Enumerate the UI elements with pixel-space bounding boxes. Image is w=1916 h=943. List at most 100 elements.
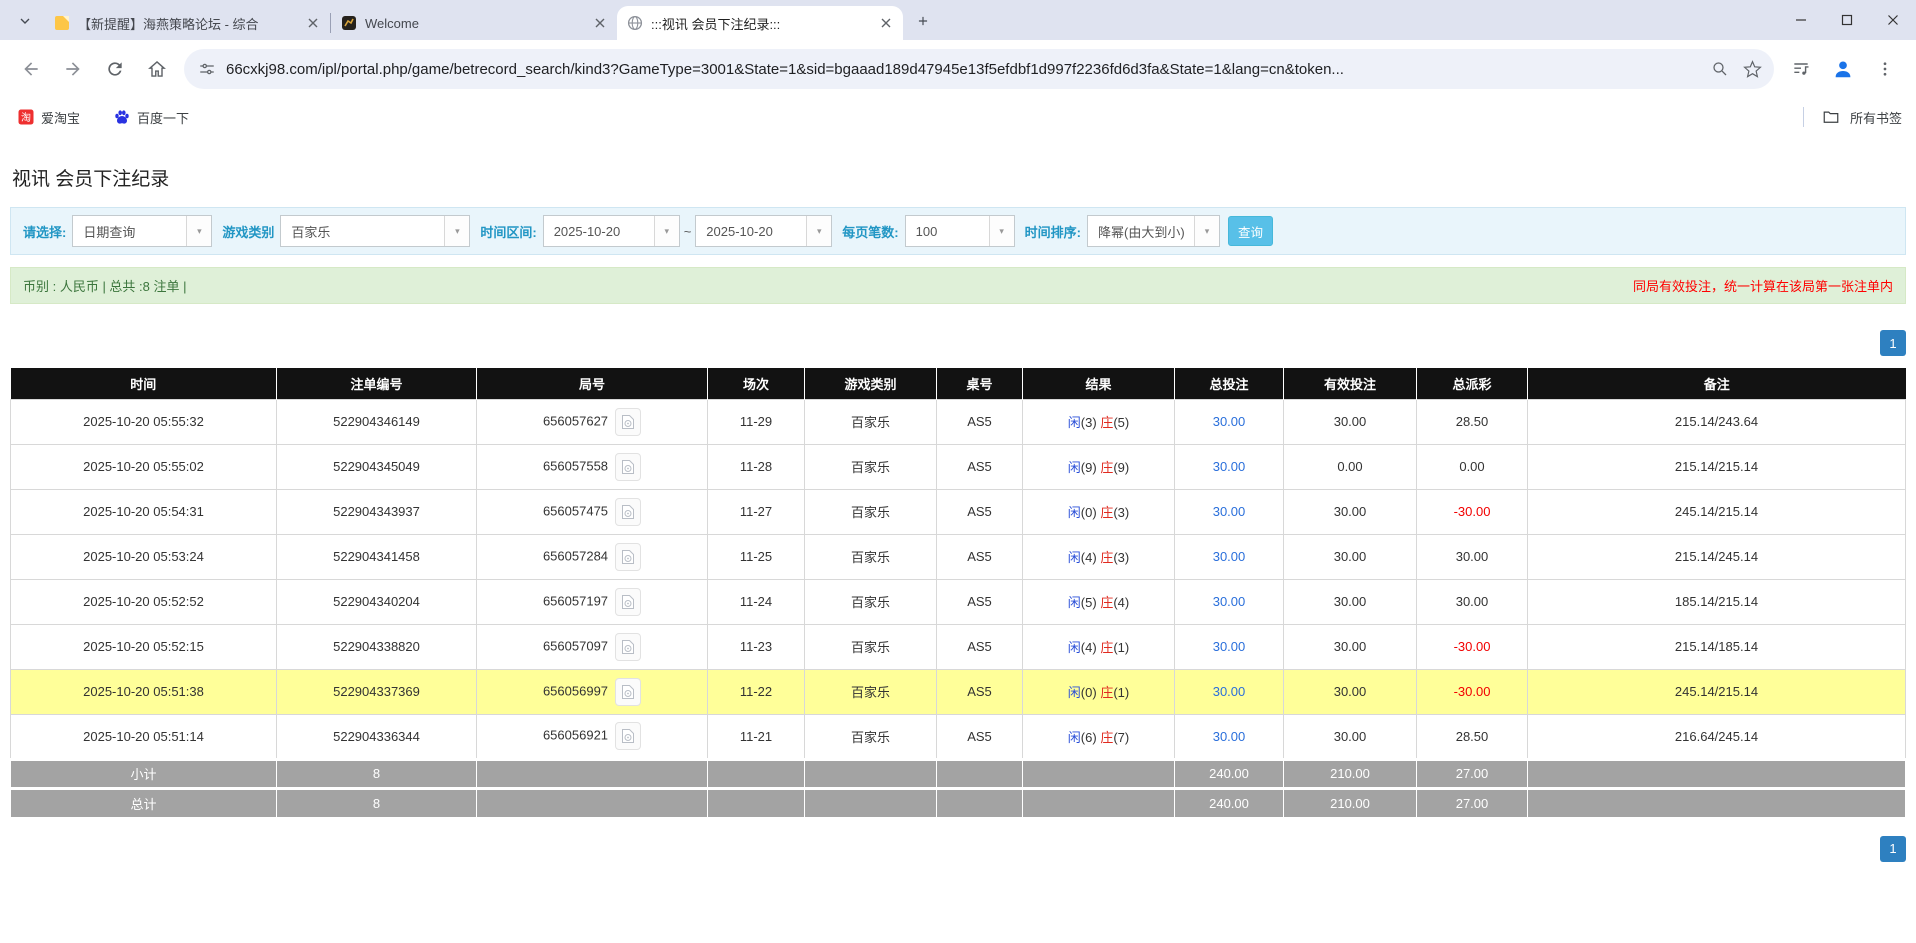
sort-order-select[interactable]: 降幂(由大到小) ▾: [1087, 215, 1220, 247]
svg-text:淘: 淘: [21, 111, 31, 124]
profile-avatar[interactable]: [1825, 51, 1861, 87]
maximize-button[interactable]: [1824, 0, 1870, 40]
round-number: 656056921: [543, 727, 608, 742]
video-replay-button[interactable]: [615, 678, 641, 706]
tab-bet-records[interactable]: :::视讯 会员下注纪录:::: [617, 6, 903, 40]
forward-button[interactable]: [55, 51, 91, 87]
video-replay-button[interactable]: [615, 498, 641, 526]
total-bet-link[interactable]: 30.00: [1213, 729, 1246, 744]
total-bet-cell: 30.00: [1175, 624, 1284, 669]
page-size-value: 100: [906, 216, 989, 246]
bet-id-cell: 522904336344: [277, 714, 477, 759]
valid-bet-cell: 0.00: [1284, 444, 1417, 489]
close-window-button[interactable]: [1870, 0, 1916, 40]
back-button[interactable]: [13, 51, 49, 87]
column-header: 场次: [708, 368, 805, 399]
round-number: 656057627: [543, 413, 608, 428]
tab-forum[interactable]: 【新提醒】海燕策略论坛 - 综合: [44, 6, 330, 40]
result-banker-count: (1): [1113, 685, 1129, 700]
table-row: 2025-10-20 05:52:15522904338820656057097…: [11, 624, 1906, 669]
summary-cell: [708, 759, 805, 788]
zoom-button[interactable]: [1704, 53, 1736, 85]
session-cell: 11-25: [708, 534, 805, 579]
video-replay-button[interactable]: [615, 722, 641, 750]
page-1-button[interactable]: 1: [1880, 836, 1906, 862]
game-type-cell: 百家乐: [805, 714, 937, 759]
valid-bet-notice: 同局有效投注，统一计算在该局第一张注单内: [1633, 276, 1893, 295]
video-replay-button[interactable]: [615, 543, 641, 571]
omnibox[interactable]: 66cxkj98.com/ipl/portal.php/game/betreco…: [184, 49, 1774, 89]
video-replay-icon: [621, 639, 635, 655]
tab-search-button[interactable]: [10, 6, 40, 36]
summary-cell: 27.00: [1417, 759, 1528, 788]
site-info-icon[interactable]: [198, 60, 216, 78]
chevron-down-icon: ▾: [654, 216, 679, 246]
total-bet-link[interactable]: 30.00: [1213, 684, 1246, 699]
game-type-cell: 百家乐: [805, 489, 937, 534]
summary-cell: 总计: [11, 788, 277, 817]
bookmark-taobao[interactable]: 淘 爱淘宝: [14, 103, 84, 131]
bookmark-baidu[interactable]: 百度一下: [110, 103, 193, 131]
all-bookmarks-label[interactable]: 所有书签: [1850, 108, 1902, 127]
close-icon: [1887, 14, 1899, 26]
round-cell: 656057475: [477, 489, 708, 534]
bookmarks-separator: [1803, 107, 1804, 127]
round-number: 656057475: [543, 503, 608, 518]
result-cell: 闲(9) 庄(9): [1023, 444, 1175, 489]
search-button[interactable]: 查询: [1228, 216, 1273, 246]
result-player: 闲: [1068, 685, 1081, 700]
total-bet-link[interactable]: 30.00: [1213, 639, 1246, 654]
table-row: 2025-10-20 05:55:02522904345049656057558…: [11, 444, 1906, 489]
summary-cell: [937, 788, 1023, 817]
table-row: 2025-10-20 05:51:38522904337369656056997…: [11, 669, 1906, 714]
table-header-row: 时间注单编号局号场次游戏类别桌号结果总投注有效投注总派彩备注: [11, 368, 1906, 399]
tab-close-icon[interactable]: [877, 14, 895, 32]
bookmark-star-button[interactable]: [1736, 53, 1768, 85]
folder-icon: [1822, 108, 1840, 126]
result-player: 闲: [1068, 460, 1081, 475]
result-banker: 庄: [1100, 730, 1113, 745]
date-from-select[interactable]: 2025-10-20 ▾: [543, 215, 680, 247]
result-cell: 闲(6) 庄(7): [1023, 714, 1175, 759]
total-bet-link[interactable]: 30.00: [1213, 459, 1246, 474]
game-type-select[interactable]: 百家乐 ▾: [280, 215, 470, 247]
url-text[interactable]: 66cxkj98.com/ipl/portal.php/game/betreco…: [226, 61, 1694, 78]
tab-close-icon[interactable]: [304, 14, 322, 32]
page-size-select[interactable]: 100 ▾: [905, 215, 1015, 247]
result-banker: 庄: [1100, 505, 1113, 520]
total-bet-link[interactable]: 30.00: [1213, 504, 1246, 519]
info-bar: 币别 : 人民币 | 总共 :8 注单 | 同局有效投注，统一计算在该局第一张注…: [10, 267, 1906, 304]
summary-cell: [805, 788, 937, 817]
query-type-select[interactable]: 日期查询 ▾: [72, 215, 212, 247]
reload-button[interactable]: [97, 51, 133, 87]
date-range-tilde: ~: [684, 224, 692, 239]
new-tab-button[interactable]: [909, 7, 937, 35]
table-no-cell: AS5: [937, 444, 1023, 489]
time-cell: 2025-10-20 05:53:24: [11, 534, 277, 579]
result-player: 闲: [1068, 505, 1081, 520]
total-bet-link[interactable]: 30.00: [1213, 594, 1246, 609]
total-bet-link[interactable]: 30.00: [1213, 414, 1246, 429]
valid-bet-cell: 30.00: [1284, 624, 1417, 669]
video-replay-icon: [621, 594, 635, 610]
minimize-button[interactable]: [1778, 0, 1824, 40]
summary-cell: [1528, 759, 1906, 788]
total-bet-link[interactable]: 30.00: [1213, 549, 1246, 564]
video-replay-button[interactable]: [615, 588, 641, 616]
tab-welcome[interactable]: Welcome: [331, 6, 617, 40]
browser-menu-button[interactable]: [1867, 51, 1903, 87]
summary-cell: 240.00: [1175, 759, 1284, 788]
video-replay-button[interactable]: [615, 453, 641, 481]
video-replay-button[interactable]: [615, 633, 641, 661]
video-replay-button[interactable]: [615, 408, 641, 436]
page-1-button[interactable]: 1: [1880, 330, 1906, 356]
payout-value: -30.00: [1454, 639, 1491, 654]
result-player-count: (6): [1081, 730, 1097, 745]
result-banker-count: (1): [1113, 640, 1129, 655]
date-to-select[interactable]: 2025-10-20 ▾: [695, 215, 832, 247]
media-controls-button[interactable]: [1783, 51, 1819, 87]
tab-close-icon[interactable]: [591, 14, 609, 32]
summary-cell: [477, 788, 708, 817]
home-button[interactable]: [139, 51, 175, 87]
payout-value: -30.00: [1454, 504, 1491, 519]
